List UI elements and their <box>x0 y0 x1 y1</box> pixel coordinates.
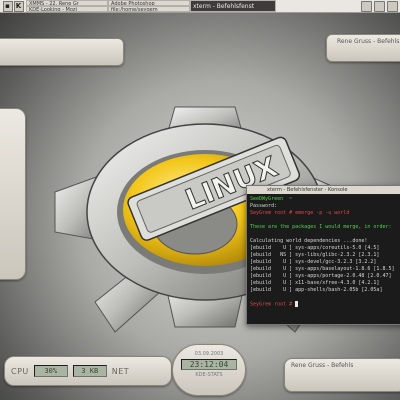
kde-menu-button[interactable]: ▪ K <box>0 0 26 12</box>
terminal-line: [ebuild U ] app-shells/bash-2.05b [2.05a… <box>250 287 383 293</box>
desktop-icon[interactable]: ▪ <box>2 0 13 12</box>
terminal-line: [ebuild U ] x11-base/xfree-4.3.0 [4.2.1] <box>250 280 380 286</box>
terminal-line: SeeDWyGreen ~ <box>250 196 296 202</box>
clock-panel: 03.09.2003 23:12:04 KDE-STATS <box>172 344 246 396</box>
cpu-label: CPU <box>11 366 29 376</box>
system-tray <box>361 0 400 12</box>
karamba-panel-top-right: Rene Gruss - Befehls <box>326 34 400 62</box>
terminal-line: These are the packages I would merge, in… <box>250 224 392 230</box>
terminal-line: [ebuild NS ] sys-libs/glibc-2.3.2 [2.3.1… <box>250 252 380 258</box>
clock-date: 03.09.2003 <box>194 351 224 357</box>
terminal-line: Password: <box>250 203 278 209</box>
net-meter: 3 KB <box>72 365 107 377</box>
task-mozilla[interactable]: KDE-Looking - Mozi <box>26 6 108 12</box>
taskbar: ▪ K XMMS - 22. Rene Gr Adobe Photoshop K… <box>0 0 400 13</box>
karamba-panel-top-left <box>0 38 124 66</box>
terminal-line: [ebuild U ] sys-apps/portage-2.0.48 [2.0… <box>250 273 392 279</box>
xterm-titlebar[interactable]: xterm - Befehlsfenster - Konsole <box>247 186 400 194</box>
terminal-line: SeyGrem root # <box>250 301 400 309</box>
task-list-left: XMMS - 22. Rene Gr Adobe Photoshop KDE-L… <box>26 0 190 12</box>
cpu-meter: 30% <box>33 365 68 377</box>
k-menu-icon[interactable]: K <box>13 0 24 12</box>
task-xterm[interactable]: xterm - Befehlsfenst <box>190 0 276 12</box>
clock-time: 23:12:04 <box>181 359 237 370</box>
terminal-line: [ebuild U ] sys-apps/coreutils-5.0 [4.5] <box>250 245 380 251</box>
window-icon[interactable] <box>361 0 372 12</box>
task-file-manager[interactable]: file:/home/seygem <box>108 6 190 12</box>
clock-subtitle: KDE-STATS <box>195 372 223 378</box>
terminal-line: SeyGrem root # emerge -p -u world <box>250 210 350 216</box>
maximize-icon[interactable] <box>374 0 385 12</box>
terminal-line: Calculating world dependencies ...done! <box>250 238 368 244</box>
panel-title-bottom: Rene Gruss - Befehls <box>291 362 354 369</box>
close-icon[interactable] <box>387 0 398 12</box>
terminal-line: [ebuild U ] sys-apps/baselayout-1.8.6 [1… <box>250 266 395 272</box>
karamba-panel-bottom-right: Rene Gruss - Befehls <box>284 358 400 392</box>
xterm-window[interactable]: xterm - Befehlsfenster - Konsole SeeDWyG… <box>246 185 400 325</box>
cursor <box>295 301 299 307</box>
panel-title: Rene Gruss - Befehls <box>337 38 400 45</box>
karamba-panel-left <box>0 108 26 280</box>
terminal-line: [ebuild U ] sys-devel/gcc-3.2.3 [3.2.2] <box>250 259 377 265</box>
net-label: NET <box>111 366 130 376</box>
karamba-panel-bottom-left: CPU 30% 3 KB NET <box>4 356 172 386</box>
terminal-output[interactable]: SeeDWyGreen ~ Password: SeyGrem root # em… <box>247 194 400 324</box>
